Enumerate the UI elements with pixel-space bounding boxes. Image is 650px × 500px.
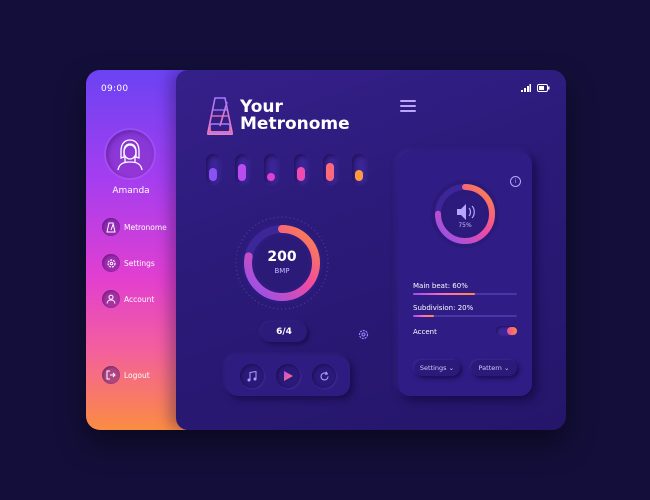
beat-slider[interactable]: [323, 154, 337, 184]
user-name: Amanda: [112, 186, 150, 196]
accent-label: Accent: [413, 328, 437, 336]
main-beat-label: Main beat: 60%: [413, 282, 468, 290]
app-logo: Your Metronome: [206, 96, 350, 136]
music-note-icon: [247, 370, 257, 381]
settings-dropdown[interactable]: Settings ⌄: [414, 360, 460, 376]
tempo-unit: BMP: [274, 267, 290, 275]
tempo-value: 200: [267, 249, 297, 265]
sidebar-item-label: Account: [124, 294, 155, 304]
sidebar-item-settings[interactable]: Settings: [102, 254, 155, 272]
hamburger-line: [400, 110, 416, 112]
main-beat-slider[interactable]: [413, 293, 517, 295]
play-icon: [284, 371, 293, 381]
refresh-icon: [319, 371, 329, 380]
beat-slider-fill: [267, 173, 275, 181]
main-panel: Your Metronome i: [176, 70, 566, 430]
subdivision-fill: [413, 315, 434, 317]
menu-button[interactable]: [400, 100, 416, 112]
status-bar: [521, 84, 550, 92]
metronome-logo-icon: [207, 97, 233, 135]
pattern-dropdown-label: Pattern: [478, 364, 502, 372]
user-icon: [102, 290, 120, 308]
gear-icon: [358, 329, 369, 340]
volume-card: i 75% Main beat: 60% Subdivision: 20% Ac…: [398, 152, 532, 396]
volume-percent: 75%: [458, 222, 472, 229]
sound-button[interactable]: [240, 364, 264, 388]
volume-dial[interactable]: 75%: [429, 178, 501, 250]
volume-dial-graphic: [431, 180, 499, 248]
chevron-down-icon: ⌄: [448, 364, 455, 372]
battery-icon: [537, 84, 550, 92]
avatar[interactable]: [106, 130, 154, 178]
main-beat-fill: [413, 293, 476, 295]
sidebar-item-metronome[interactable]: Metronome: [102, 218, 167, 236]
beat-slider-fill: [355, 170, 363, 181]
status-time: 09:00: [101, 84, 129, 94]
sidebar-item-label: Metronome: [124, 222, 167, 232]
app-title-line2: Metronome: [240, 114, 350, 134]
beat-slider[interactable]: [294, 154, 308, 184]
info-icon[interactable]: i: [510, 176, 521, 187]
sidebar: 09:00 Amanda Metronome Settings Account …: [86, 70, 186, 430]
gear-icon: [102, 254, 120, 272]
beat-slider[interactable]: [206, 154, 220, 184]
beat-slider-fill: [297, 167, 305, 181]
playback-controls: [226, 356, 350, 396]
chevron-down-icon: ⌄: [504, 364, 510, 372]
toggle-knob: [507, 327, 517, 335]
metronome-icon: [102, 218, 120, 236]
sidebar-item-label: Settings: [124, 258, 155, 268]
beat-slider-fill: [209, 168, 217, 181]
app-title: Your Metronome: [240, 99, 350, 133]
beat-slider[interactable]: [264, 154, 278, 184]
settings-dropdown-label: Settings: [419, 364, 447, 372]
hamburger-line: [400, 105, 416, 107]
subdivision-label: Subdivision: 20%: [413, 304, 474, 312]
beat-slider[interactable]: [352, 154, 366, 184]
subdivision-slider[interactable]: [413, 315, 517, 317]
play-button[interactable]: [276, 364, 300, 388]
beat-slider-fill: [238, 164, 246, 181]
accent-toggle[interactable]: [496, 326, 518, 336]
time-signature-button[interactable]: 6/4: [261, 322, 307, 342]
beat-slider-fill: [326, 163, 334, 181]
reset-button[interactable]: [312, 364, 336, 388]
pattern-dropdown[interactable]: Pattern ⌄: [471, 360, 517, 376]
time-signature-settings-button[interactable]: [358, 325, 369, 344]
hamburger-line: [400, 100, 416, 102]
tempo-dial[interactable]: 200 BMP: [234, 215, 330, 311]
logout-icon: [102, 366, 120, 384]
sidebar-item-account[interactable]: Account: [102, 290, 154, 308]
user-avatar-icon: [117, 139, 143, 171]
beat-slider[interactable]: [235, 154, 249, 184]
logout-label: Logout: [124, 370, 150, 380]
signal-icon: [521, 84, 531, 92]
logout-button[interactable]: Logout: [102, 366, 150, 384]
tablet-frame: 09:00 Amanda Metronome Settings Account …: [86, 70, 566, 430]
